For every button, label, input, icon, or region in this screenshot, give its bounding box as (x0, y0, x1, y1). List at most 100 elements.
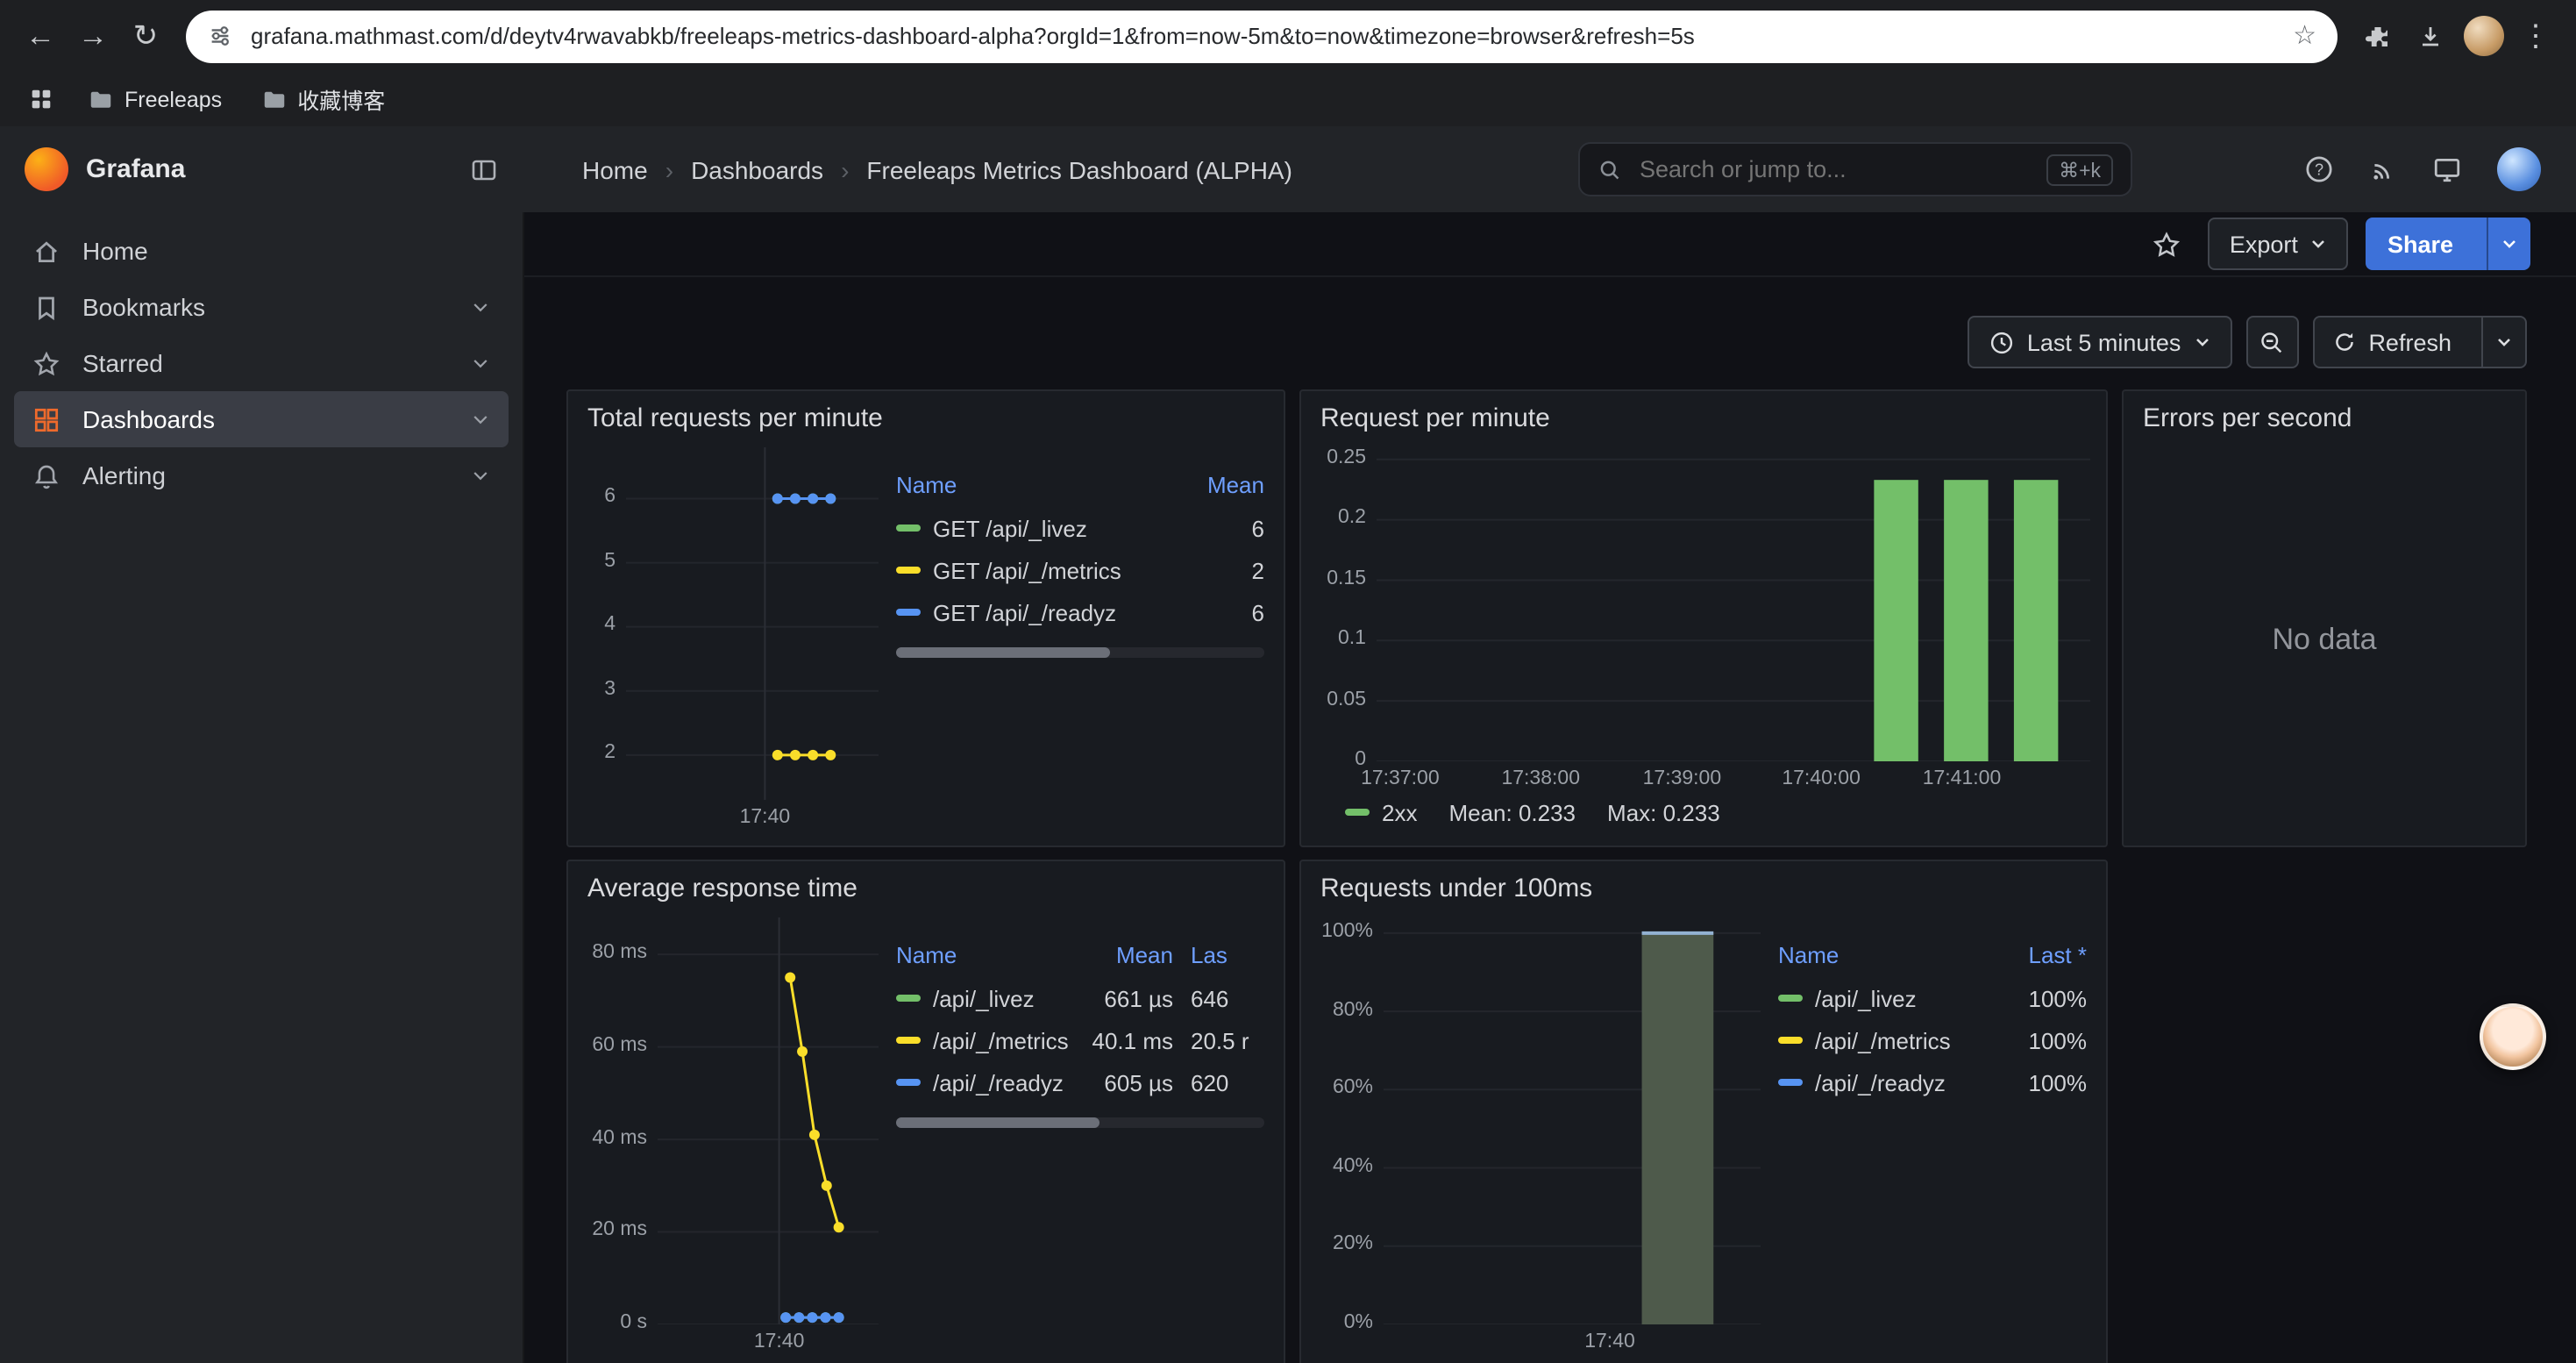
grafana-logo[interactable] (25, 147, 68, 191)
sidebar-item-label: Bookmarks (82, 293, 449, 321)
export-button[interactable]: Export (2209, 218, 2349, 270)
legend-header-mean[interactable]: Mean (1166, 472, 1264, 498)
omnibox[interactable]: ☆ (186, 10, 2338, 62)
search-box[interactable]: ⌘+k (1578, 142, 2132, 196)
chevron-down-icon (2310, 235, 2328, 253)
legend-header-last[interactable]: Last * (1989, 942, 2087, 968)
series-name[interactable]: /api/_/metrics (1815, 1027, 1989, 1053)
series-name[interactable]: GET /api/_/readyz (933, 599, 1166, 625)
legend-header-name[interactable]: Name (896, 942, 1075, 968)
panel-title[interactable]: Requests under 100ms (1320, 874, 2090, 903)
sidebar-item-dashboards[interactable]: Dashboards (14, 391, 509, 447)
legend-header-mean[interactable]: Mean (1075, 942, 1173, 968)
panel-title[interactable]: Average response time (587, 874, 1268, 903)
legend-header-name[interactable]: Name (896, 472, 1166, 498)
legend-scrollbar[interactable] (896, 647, 1264, 658)
under-100ms-chart[interactable]: 100%80%60%40%20%0% 17:40 (1317, 917, 1761, 1356)
series-name[interactable]: /api/_livez (933, 985, 1075, 1011)
series-swatch (896, 609, 921, 616)
sidebar-item-home[interactable]: Home (14, 223, 509, 279)
chevron-down-icon (470, 353, 491, 374)
bookmark-item[interactable]: 收藏博客 (246, 77, 399, 121)
legend-row[interactable]: GET /api/_/readyz 6 (896, 591, 1264, 633)
legend-scrollbar[interactable] (896, 1117, 1264, 1128)
panel-title[interactable]: Total requests per minute (587, 403, 1268, 433)
series-swatch (896, 567, 921, 574)
legend-table: Name Last * /api/_livez 100% /api/_/metr… (1761, 917, 2090, 1356)
sidebar-item-alerting[interactable]: Alerting (14, 447, 509, 503)
scrollbar-thumb[interactable] (896, 647, 1110, 658)
search-shortcut-kbd: ⌘+k (2046, 153, 2113, 185)
breadcrumb-home[interactable]: Home (582, 155, 648, 183)
news-button[interactable] (2369, 155, 2397, 183)
legend-row[interactable]: /api/_/readyz 605 µs 620 (896, 1061, 1264, 1103)
share-button[interactable]: Share (2366, 218, 2530, 270)
bookmark-item[interactable]: Freeleaps (74, 81, 236, 118)
series-name[interactable]: GET /api/_/metrics (933, 557, 1166, 583)
sidebar-item-label: Alerting (82, 461, 449, 489)
extensions-button[interactable] (2352, 10, 2404, 62)
legend-row[interactable]: /api/_/metrics 40.1 ms 20.5 r (896, 1019, 1264, 1061)
folder-icon (88, 86, 114, 112)
panel-title[interactable]: Errors per second (2143, 403, 2509, 433)
time-range-picker[interactable]: Last 5 minutes (1968, 316, 2232, 368)
refresh-button[interactable]: Refresh (2312, 316, 2527, 368)
legend-row[interactable]: GET /api/_livez 6 (896, 507, 1264, 549)
back-icon: ← (25, 18, 55, 54)
share-menu-toggle[interactable] (2487, 218, 2530, 270)
legend-header-last[interactable]: Las (1173, 942, 1264, 968)
share-label[interactable]: Share (2366, 218, 2474, 270)
legend-row[interactable]: /api/_/metrics 100% (1778, 1019, 2087, 1061)
bookmark-label: Freeleaps (125, 87, 222, 111)
bookmark-star-icon[interactable]: ☆ (2293, 23, 2316, 49)
total-requests-chart[interactable]: 65432 17:40 (584, 447, 879, 831)
series-name[interactable]: /api/_/readyz (933, 1069, 1075, 1095)
legend-item[interactable]: 2xx (1345, 799, 1417, 825)
series-name[interactable]: 2xx (1382, 799, 1417, 825)
browser-menu-button[interactable]: ⋮ (2509, 10, 2562, 62)
forward-button[interactable]: → (67, 10, 119, 62)
refresh-interval-toggle[interactable] (2481, 318, 2525, 367)
search-icon (1598, 157, 1622, 182)
sidebar-nav: Home Bookmarks Starred Dashboards (0, 212, 523, 514)
collapse-sidebar-button[interactable] (470, 155, 498, 183)
series-last: 20.5 r (1173, 1027, 1264, 1053)
chevron-down-icon (2193, 333, 2210, 351)
legend-row[interactable]: GET /api/_/metrics 2 (896, 549, 1264, 591)
average-response-chart[interactable]: 80 ms60 ms40 ms20 ms0 s 17:40 (584, 917, 879, 1356)
series-name[interactable]: /api/_livez (1815, 985, 1989, 1011)
request-per-minute-chart[interactable]: 0.250.20.150.10.050 17:37:0017:38:0017:3… (1317, 447, 2090, 793)
floating-assistant-avatar[interactable] (2480, 1003, 2546, 1070)
downloads-button[interactable] (2404, 10, 2457, 62)
legend-row[interactable]: /api/_livez 661 µs 646 (896, 977, 1264, 1019)
scrollbar-thumb[interactable] (896, 1117, 1099, 1128)
chevron-down-icon (470, 465, 491, 486)
help-button[interactable]: ? (2304, 154, 2334, 184)
series-name[interactable]: /api/_/metrics (933, 1027, 1075, 1053)
site-settings-icon[interactable] (207, 23, 233, 49)
back-button[interactable]: ← (14, 10, 67, 62)
zoom-out-button[interactable] (2245, 316, 2298, 368)
legend-header-name[interactable]: Name (1778, 942, 1989, 968)
legend-row[interactable]: /api/_/readyz 100% (1778, 1061, 2087, 1103)
legend-row[interactable]: /api/_livez 100% (1778, 977, 2087, 1019)
series-name[interactable]: GET /api/_livez (933, 515, 1166, 541)
profile-button[interactable] (2457, 10, 2509, 62)
reload-button[interactable]: ↻ (119, 10, 172, 62)
dashboard-content: Export Share Last 5 minutes (523, 212, 2576, 1363)
kiosk-mode-button[interactable] (2432, 154, 2462, 184)
url-input[interactable] (247, 21, 2279, 51)
series-name[interactable]: /api/_/readyz (1815, 1069, 1989, 1095)
star-outline-icon (2152, 229, 2181, 259)
bookmark-icon (32, 292, 61, 322)
user-menu-button[interactable] (2497, 147, 2541, 191)
favorite-dashboard-button[interactable] (2142, 219, 2191, 268)
refresh-main[interactable]: Refresh (2314, 318, 2469, 367)
sidebar-item-starred[interactable]: Starred (14, 335, 509, 391)
breadcrumb-dashboards[interactable]: Dashboards (691, 155, 823, 183)
search-input[interactable] (1636, 154, 2032, 184)
sidebar-item-bookmarks[interactable]: Bookmarks (14, 279, 509, 335)
panel-title[interactable]: Request per minute (1320, 403, 2090, 433)
folder-icon (260, 86, 287, 112)
apps-grid-button[interactable] (18, 76, 63, 122)
